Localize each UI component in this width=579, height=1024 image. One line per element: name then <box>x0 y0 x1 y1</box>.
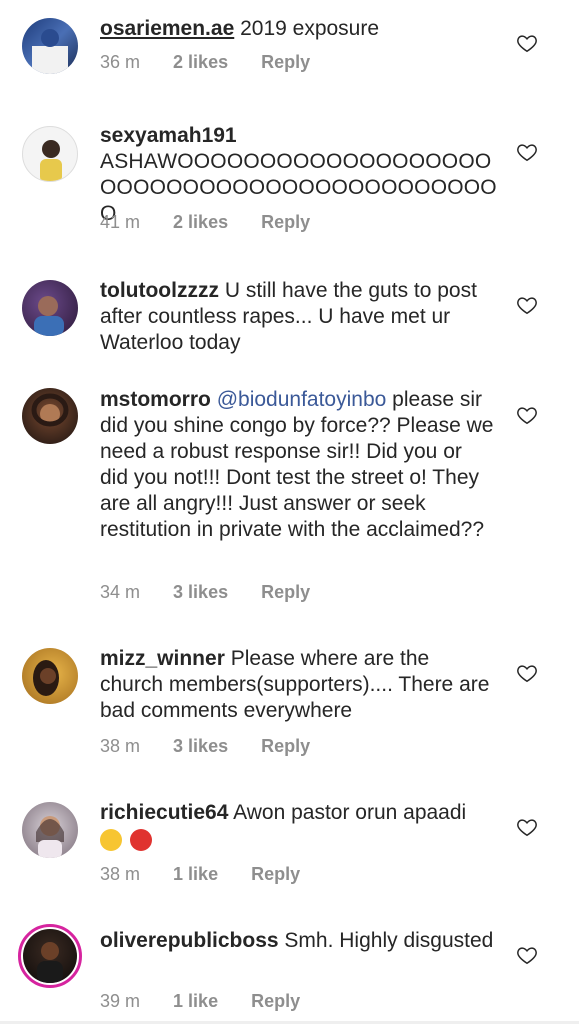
comment-meta: 36 m 2 likes Reply <box>100 52 338 73</box>
comment-body: mstomorro @biodunfatoyinbo please sir di… <box>100 387 495 543</box>
comment-username[interactable]: oliverepublicboss <box>100 929 279 952</box>
comment-time: 41 m <box>100 212 141 232</box>
comment-body: richiecutie64 Awon pastor orun apaadi <box>100 800 495 854</box>
reply-button[interactable]: Reply <box>261 736 310 757</box>
comment-meta: 38 m 1 like Reply <box>100 864 328 885</box>
avatar-image <box>40 140 62 181</box>
comment-likes[interactable]: 3 likes <box>173 582 228 603</box>
avatar[interactable] <box>22 648 78 704</box>
comment-username[interactable]: mstomorro <box>100 388 211 411</box>
emoji-row <box>100 828 495 854</box>
comment-meta: 39 m 1 like Reply <box>100 991 328 1012</box>
avatar <box>23 929 77 983</box>
comment-mention[interactable]: @biodunfatoyinbo <box>217 388 387 411</box>
heart-icon[interactable] <box>516 141 538 163</box>
comment-text: Awon pastor orun apaadi <box>233 801 467 824</box>
comment-body: mizz_winner Please where are the church … <box>100 646 495 724</box>
comment-body: osariemen.ae 2019 exposure <box>100 16 495 42</box>
avatar-image <box>31 393 69 427</box>
comment-time: 34 m <box>100 582 141 602</box>
heart-icon[interactable] <box>516 944 538 966</box>
avatar[interactable] <box>22 802 78 858</box>
smirk-emoji-icon <box>100 829 122 851</box>
comment-time: 39 m <box>100 991 141 1011</box>
comment-username[interactable]: richiecutie64 <box>100 801 228 824</box>
avatar-image <box>36 816 64 858</box>
avatar[interactable] <box>22 18 78 74</box>
reply-button[interactable]: Reply <box>261 582 310 603</box>
heart-icon[interactable] <box>516 662 538 684</box>
avatar-image <box>34 296 64 336</box>
reply-button[interactable]: Reply <box>251 991 300 1012</box>
comment-likes[interactable]: 1 like <box>173 864 218 885</box>
comment-username[interactable]: mizz_winner <box>100 647 225 670</box>
comment-username[interactable]: tolutoolzzzz <box>100 279 219 302</box>
comment-likes[interactable]: 3 likes <box>173 736 228 757</box>
comment-likes[interactable]: 1 like <box>173 991 218 1012</box>
reply-button[interactable]: Reply <box>261 52 310 73</box>
reply-button[interactable]: Reply <box>251 864 300 885</box>
comment-time: 36 m <box>100 52 141 72</box>
comment-body: oliverepublicboss Smh. Highly disgusted <box>100 928 495 954</box>
comment-meta: 41 m 2 likes Reply <box>100 212 338 233</box>
comment-text: 2019 exposure <box>240 17 380 40</box>
avatar[interactable] <box>22 126 78 182</box>
comment-time: 38 m <box>100 864 141 884</box>
avatar[interactable] <box>22 280 78 336</box>
comment-username[interactable]: osariemen.ae <box>100 17 234 40</box>
avatar-image <box>32 29 68 74</box>
comment-time: 38 m <box>100 736 141 756</box>
heart-icon[interactable] <box>516 816 538 838</box>
comment-likes[interactable]: 2 likes <box>173 212 228 233</box>
heart-icon[interactable] <box>516 404 538 426</box>
heart-icon[interactable] <box>516 32 538 54</box>
comment-meta: 34 m 3 likes Reply <box>100 582 338 603</box>
comment-meta: 38 m 3 likes Reply <box>100 736 338 757</box>
angry-emoji-icon <box>129 829 152 851</box>
avatar[interactable] <box>22 388 78 444</box>
comment-likes[interactable]: 2 likes <box>173 52 228 73</box>
comment-body: tolutoolzzzz U still have the guts to po… <box>100 278 495 356</box>
avatar-image <box>33 660 59 696</box>
comment-text: Smh. Highly disgusted <box>284 929 494 952</box>
avatar-story-ring[interactable] <box>18 924 82 988</box>
reply-button[interactable]: Reply <box>261 212 310 233</box>
heart-icon[interactable] <box>516 294 538 316</box>
comment-username[interactable]: sexyamah191 <box>100 123 500 149</box>
avatar-image <box>37 942 63 983</box>
